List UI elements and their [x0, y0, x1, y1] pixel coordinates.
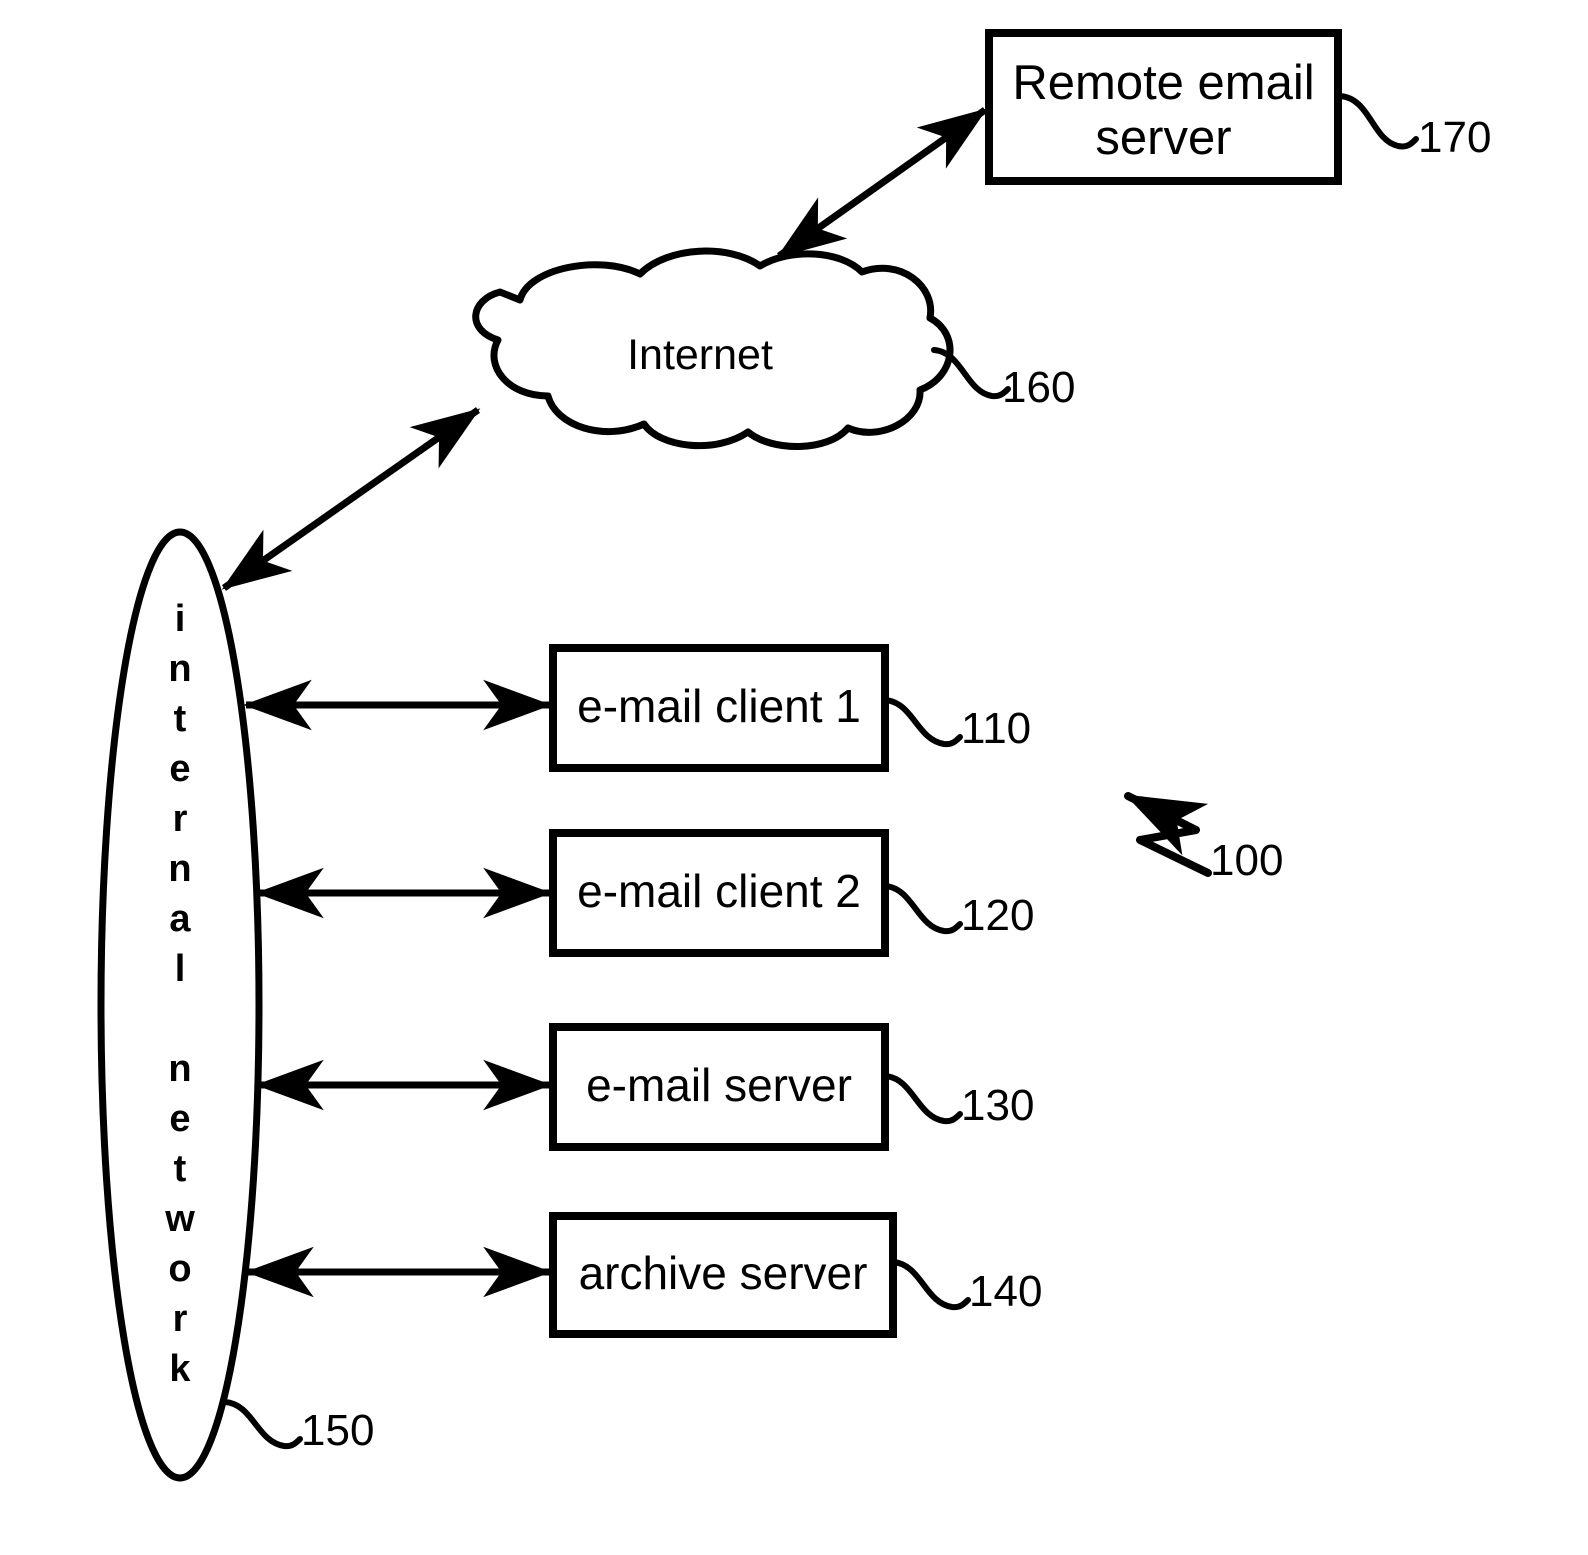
net-letter-n1: n — [168, 648, 192, 690]
net-letter-r2: r — [172, 1298, 188, 1340]
net-letter-a: a — [169, 898, 191, 940]
ref-numeral-120: 120 — [961, 891, 1035, 940]
email-client-1-box — [549, 644, 889, 772]
leader-line-120 — [882, 883, 963, 935]
leader-line-110 — [882, 697, 963, 748]
ref-numeral-150: 150 — [301, 1406, 375, 1455]
figure-canvas-root: Remote email server Internet i n t e r n… — [0, 0, 1588, 1555]
archive-server-box — [549, 1212, 897, 1338]
connector-internet-remote-server — [776, 107, 988, 259]
leader-line-150 — [222, 1399, 303, 1450]
connector-network-internet — [221, 407, 481, 591]
ref-numeral-130: 130 — [961, 1081, 1035, 1130]
leader-line-130 — [882, 1073, 963, 1125]
net-letter-i: i — [174, 598, 186, 640]
net-letter-k: k — [169, 1348, 191, 1390]
net-letter-w: w — [165, 1198, 195, 1240]
ref-numeral-110: 110 — [961, 704, 1032, 753]
internet-cloud-shape — [472, 247, 954, 450]
diagram-vector-layer — [97, 29, 1419, 1482]
ref-numeral-170: 170 — [1418, 113, 1492, 162]
net-letter-e1: e — [169, 748, 191, 790]
net-letter-r1: r — [172, 798, 188, 840]
net-letter-t2: t — [173, 1148, 187, 1190]
net-letter-n2: n — [168, 848, 192, 890]
ref-numeral-100: 100 — [1210, 836, 1284, 885]
email-server-box — [549, 1023, 889, 1151]
system-reference-zigzag-arrow — [1124, 792, 1212, 877]
ref-numeral-140: 140 — [969, 1267, 1043, 1316]
ref-numeral-160: 160 — [1002, 363, 1076, 412]
net-letter-o: o — [168, 1248, 192, 1290]
email-client-2-box — [549, 829, 889, 957]
leader-line-170 — [1337, 93, 1419, 150]
remote-email-server-box — [985, 29, 1342, 185]
net-letter-n3: n — [168, 1048, 192, 1090]
internal-network-label: i n t e r n a l n e t w o r k — [140, 600, 220, 1400]
net-letter-l: l — [174, 948, 186, 990]
leader-line-140 — [890, 1259, 971, 1311]
net-letter-e2: e — [169, 1098, 191, 1140]
net-letter-t1: t — [173, 698, 187, 740]
